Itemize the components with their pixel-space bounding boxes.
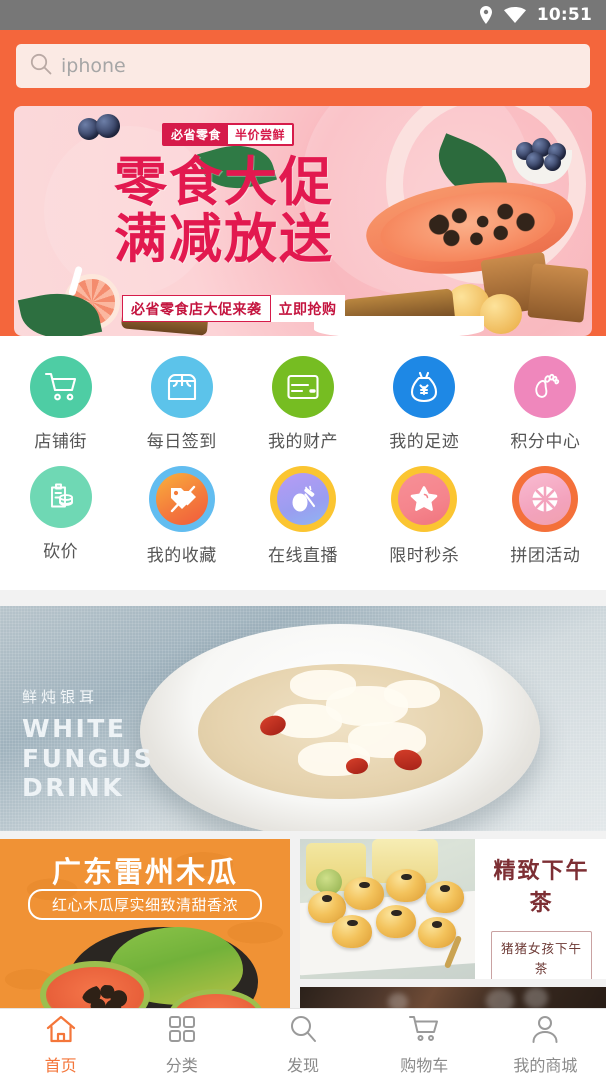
section-divider <box>0 590 606 606</box>
banner-cta-button[interactable]: 立即抢购 <box>270 295 345 322</box>
quick-link-shop-street[interactable]: 店铺街 <box>0 350 121 460</box>
shopping-cart-icon <box>29 356 92 418</box>
nav-label: 分类 <box>165 1055 198 1075</box>
feature-banner-white-fungus[interactable]: 鲜炖银耳 WHITE FUNGUS DRINK <box>0 606 606 831</box>
quick-link-my-favorites[interactable]: 我的收藏 <box>121 460 242 574</box>
app-root: 10:51 iphone 必省零食 半价尝鲜 零食大促 满减放送 必省零食店大促… <box>0 0 606 1080</box>
money-bag-icon <box>393 356 456 418</box>
promo-banner[interactable]: 必省零食 半价尝鲜 零食大促 满减放送 必省零食店大促来袭 立即抢购 <box>14 106 592 336</box>
wifi-icon <box>503 7 526 23</box>
banner-title-line2: 满减放送 <box>114 209 334 271</box>
quick-link-label: 我的财产 <box>268 432 338 452</box>
home-icon <box>45 1014 77 1048</box>
status-bar-time: 10:51 <box>536 5 592 25</box>
header: iphone <box>0 30 606 88</box>
quick-link-flash-sale[interactable]: 限时秒杀 <box>364 460 485 574</box>
quick-links-section: 店铺街 每日签到 我的财产 我的足迹 积分中心 砍价 我的收藏 在线直播 限时秒… <box>0 336 606 590</box>
banner-tag-right: 半价尝鲜 <box>235 128 286 142</box>
banner-title: 零食大促 满减放送 <box>114 152 334 271</box>
quick-link-label: 砍价 <box>43 542 79 562</box>
papaya-card-subtitle: 红心木瓜厚实细致清甜香浓 <box>28 889 262 920</box>
feature-en-line2: FUNGUS <box>22 743 155 773</box>
banner-cta[interactable]: 必省零食店大促来袭 立即抢购 <box>122 295 345 322</box>
egg-hammer-icon <box>277 473 329 525</box>
grid-icon <box>167 1014 197 1048</box>
product-card-afternoon-tea[interactable]: 精致下午茶 猪猪女孩下午茶 小仙女们都超爱它 ˆˆˆˆˆˆ <box>300 839 606 979</box>
price-tags-icon <box>155 473 208 525</box>
favorites-ring <box>148 466 215 532</box>
blueberry-icon <box>526 152 544 170</box>
search-icon <box>30 53 52 79</box>
status-bar: 10:51 <box>0 0 606 30</box>
banner-title-line1: 零食大促 <box>114 152 334 213</box>
quick-link-points-center[interactable]: 积分中心 <box>485 350 606 460</box>
quick-link-label: 在线直播 <box>268 546 338 566</box>
quick-link-live-stream[interactable]: 在线直播 <box>242 460 363 574</box>
quick-link-label: 每日签到 <box>146 432 217 452</box>
quick-link-my-assets[interactable]: 我的财产 <box>242 350 363 460</box>
bank-card-icon <box>272 356 334 418</box>
section-divider <box>0 831 606 839</box>
user-icon <box>530 1014 560 1048</box>
location-pin-icon <box>479 6 493 24</box>
nav-label: 我的商城 <box>513 1055 578 1075</box>
nav-item-cart[interactable]: 购物车 <box>364 1014 485 1076</box>
quick-link-label: 拼团活动 <box>510 546 581 566</box>
nav-label: 发现 <box>287 1055 320 1075</box>
group-buy-ring <box>512 466 579 532</box>
live-ring <box>270 466 336 532</box>
nav-label: 购物车 <box>400 1055 449 1075</box>
search-placeholder: iphone <box>61 55 126 77</box>
quick-links-row-2: 砍价 我的收藏 在线直播 限时秒杀 拼团活动 <box>0 460 606 574</box>
feature-cn-title: 鲜炖银耳 <box>22 688 99 706</box>
quick-link-bargain[interactable]: 砍价 <box>0 460 121 574</box>
cart-icon <box>408 1014 440 1048</box>
card-divider <box>300 979 606 987</box>
soup-bowl-image <box>140 624 540 831</box>
quick-link-daily-checkin[interactable]: 每日签到 <box>121 350 242 460</box>
product-card-papaya[interactable]: 广东雷州木瓜 红心木瓜厚实细致清甜香浓 <box>0 839 290 1019</box>
nav-item-discover[interactable]: 发现 <box>242 1014 363 1076</box>
footprint-icon <box>514 356 577 418</box>
feature-en-line3: DRINK <box>22 773 125 802</box>
star-icon <box>398 473 451 525</box>
blueberry-icon <box>544 154 561 171</box>
tea-card-caption-box: 猪猪女孩下午茶 小仙女们都超爱它 ˆˆˆˆˆˆ <box>491 931 592 979</box>
flash-sale-ring <box>391 466 458 532</box>
quick-link-label: 我的收藏 <box>146 546 217 566</box>
quick-link-group-buy[interactable]: 拼团活动 <box>485 460 606 574</box>
feature-en-line1: WHITE <box>22 714 127 743</box>
tea-card-title: 精致下午茶 <box>493 859 590 916</box>
bottom-navigation: 首页 分类 发现 购物车 我的商城 <box>0 1008 606 1080</box>
group-wheel-icon <box>519 473 572 525</box>
banner-tag-left: 必省零食 <box>164 125 229 144</box>
quick-link-label: 限时秒杀 <box>389 546 460 566</box>
soup-liquid <box>198 664 483 799</box>
feature-en-title: WHITE FUNGUS DRINK <box>22 714 154 803</box>
quick-links-row-1: 店铺街 每日签到 我的财产 我的足迹 积分中心 <box>0 350 606 460</box>
search-input[interactable]: iphone <box>16 44 590 88</box>
coins-clipboard-icon <box>29 466 92 528</box>
banner-container: 必省零食 半价尝鲜 零食大促 满减放送 必省零食店大促来袭 立即抢购 <box>0 88 606 336</box>
banner-tag: 必省零食 半价尝鲜 <box>162 123 295 146</box>
papaya-card-title: 广东雷州木瓜 <box>51 855 238 889</box>
nav-item-home[interactable]: 首页 <box>0 1014 121 1076</box>
blueberry-icon <box>96 114 120 138</box>
pastry-icon <box>480 294 522 334</box>
search-circle-icon <box>288 1014 318 1048</box>
nav-item-my-mall[interactable]: 我的商城 <box>485 1014 606 1076</box>
quick-link-label: 店铺街 <box>34 432 87 452</box>
quick-link-label: 我的足迹 <box>389 432 460 452</box>
tea-card-text: 精致下午茶 猪猪女孩下午茶 小仙女们都超爱它 ˆˆˆˆˆˆ <box>475 839 606 979</box>
quick-link-label: 积分中心 <box>510 432 581 452</box>
quick-link-my-footprints[interactable]: 我的足迹 <box>364 350 485 460</box>
nav-item-categories[interactable]: 分类 <box>121 1014 242 1076</box>
banner-cta-text: 必省零食店大促来袭 <box>122 295 271 322</box>
cake-image <box>527 263 589 323</box>
tea-caption-line1: 猪猪女孩下午茶 <box>500 941 582 976</box>
storefront-icon <box>150 356 213 418</box>
nav-label: 首页 <box>44 1055 77 1075</box>
pastry-photo <box>300 839 475 979</box>
